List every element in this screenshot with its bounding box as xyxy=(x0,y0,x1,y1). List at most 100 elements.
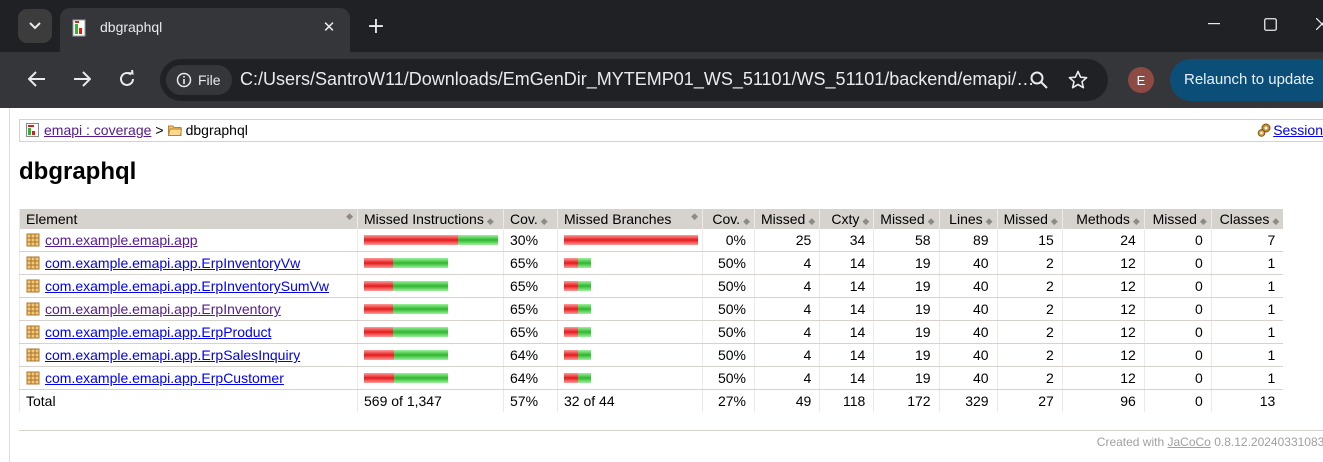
col-missed-instructions[interactable]: Missed Instructions ◆ xyxy=(357,209,504,229)
maximize-icon[interactable] xyxy=(1256,10,1284,38)
tab-search-button[interactable] xyxy=(18,9,52,43)
classes-missed-cell: 0 xyxy=(1143,274,1212,299)
classes-cell: 7 xyxy=(1210,229,1284,253)
relaunch-button[interactable]: Relaunch to update xyxy=(1170,59,1323,101)
footer-prefix: Created with xyxy=(1096,435,1165,449)
covered-branches-bar xyxy=(578,373,591,384)
tab-strip: dbgraphql ✕ + xyxy=(0,0,1323,52)
new-tab-button[interactable]: + xyxy=(362,12,390,40)
col-cx-missed[interactable]: Missed ◆ xyxy=(753,209,820,229)
package-link[interactable]: com.example.emapi.app.ErpCustomer xyxy=(45,370,284,386)
col-classes[interactable]: Classes ◆ xyxy=(1210,209,1284,229)
jacoco-link[interactable]: JaCoCo xyxy=(1168,435,1211,449)
url-text[interactable]: C:/Users/SantroW11/Downloads/EmGenDir_MY… xyxy=(240,69,1040,90)
covered-instructions-bar xyxy=(394,350,448,361)
covered-instructions-bar xyxy=(393,327,448,338)
package-link[interactable]: com.example.emapi.app.ErpSalesInquiry xyxy=(45,347,300,363)
methods-cell: 12 xyxy=(1061,320,1145,345)
branches-bar-cell xyxy=(557,343,703,368)
bookmark-star-icon[interactable] xyxy=(1065,67,1091,93)
table-row: com.example.emapi.app.ErpInventorySumVw 6… xyxy=(19,274,1284,299)
sessions-gear-icon xyxy=(1257,123,1271,137)
lines-missed-cell: 19 xyxy=(873,366,940,391)
col-instr-cov[interactable]: Cov. ◆ xyxy=(503,209,558,229)
close-window-icon[interactable] xyxy=(1308,10,1323,38)
methods-cell: 12 xyxy=(1061,366,1145,391)
col-methods-missed[interactable]: Missed ◆ xyxy=(996,209,1063,229)
branch-cov-cell: 50% xyxy=(702,251,755,276)
package-link[interactable]: com.example.emapi.app.ErpInventorySumVw xyxy=(45,278,329,294)
element-cell: com.example.emapi.app.ErpProduct xyxy=(19,320,358,345)
col-missed-branches[interactable]: Missed Branches ◆ xyxy=(557,209,703,229)
col-lines-missed[interactable]: Missed ◆ xyxy=(873,209,940,229)
back-arrow-icon[interactable] xyxy=(22,64,52,94)
col-element[interactable]: Element ◆ xyxy=(19,209,358,229)
zoom-search-icon[interactable] xyxy=(1026,67,1052,93)
missed-branches-bar xyxy=(564,373,578,384)
cx-missed-cell: 4 xyxy=(753,297,820,322)
cxty-cell: 14 xyxy=(819,366,874,391)
breadcrumb-separator: > xyxy=(155,122,164,138)
missed-branches-bar xyxy=(564,350,578,361)
minimize-icon[interactable] xyxy=(1200,10,1228,38)
total-methods-missed: 27 xyxy=(996,389,1063,413)
cx-missed-cell: 4 xyxy=(753,343,820,368)
tab-close-icon[interactable]: ✕ xyxy=(318,16,340,38)
classes-missed-cell: 0 xyxy=(1143,297,1212,322)
col-branch-cov[interactable]: Cov. ◆ xyxy=(702,209,755,229)
breadcrumb: emapi : coverage> dbgraphql Sessions xyxy=(19,119,1323,142)
missed-instructions-bar xyxy=(364,350,394,361)
lines-cell: 40 xyxy=(938,343,998,368)
branches-bar-cell xyxy=(557,274,703,299)
col-classes-missed[interactable]: Missed ◆ xyxy=(1143,209,1212,229)
lines-missed-cell: 19 xyxy=(873,297,940,322)
report-favicon-icon xyxy=(72,19,86,37)
tab-title: dbgraphql xyxy=(100,19,163,35)
cxty-cell: 14 xyxy=(819,297,874,322)
methods-cell: 12 xyxy=(1061,251,1145,276)
reload-icon[interactable] xyxy=(112,64,142,94)
site-info-chip[interactable]: File xyxy=(166,65,232,95)
branch-cov-cell: 50% xyxy=(702,274,755,299)
active-tab[interactable]: dbgraphql ✕ xyxy=(60,8,350,52)
table-row: com.example.emapi.app.ErpInventoryVw 65% 5… xyxy=(19,251,1284,276)
branches-bar-cell xyxy=(557,366,703,391)
forward-arrow-icon[interactable] xyxy=(67,64,97,94)
covered-instructions-bar xyxy=(393,304,448,315)
page-left-gutter xyxy=(0,108,10,462)
covered-branches-bar xyxy=(578,327,591,338)
cxty-cell: 34 xyxy=(819,229,874,253)
col-lines[interactable]: Lines ◆ xyxy=(938,209,998,229)
total-instructions: 569 of 1,347 xyxy=(357,389,504,413)
coverage-table: Element ◆ Missed Instructions ◆ Cov. ◆ Miss… xyxy=(19,209,1284,413)
package-link[interactable]: com.example.emapi.app.ErpInventoryVw xyxy=(45,255,300,271)
cx-missed-cell: 4 xyxy=(753,366,820,391)
col-methods[interactable]: Methods ◆ xyxy=(1061,209,1145,229)
profile-avatar[interactable]: E xyxy=(1128,67,1154,93)
package-link[interactable]: com.example.emapi.app xyxy=(45,232,198,248)
lines-cell: 40 xyxy=(938,297,998,322)
report-icon xyxy=(26,123,39,137)
package-link[interactable]: com.example.emapi.app.ErpInventory xyxy=(45,301,281,317)
page-title: dbgraphql xyxy=(19,158,137,185)
lines-missed-cell: 19 xyxy=(873,343,940,368)
browser-toolbar: File C:/Users/SantroW11/Downloads/EmGenD… xyxy=(0,52,1323,108)
classes-cell: 1 xyxy=(1210,274,1284,299)
breadcrumb-root-link[interactable]: emapi : coverage xyxy=(44,122,151,138)
package-link[interactable]: com.example.emapi.app.ErpProduct xyxy=(45,324,271,340)
covered-branches-bar xyxy=(578,281,591,292)
address-bar[interactable]: File C:/Users/SantroW11/Downloads/EmGenD… xyxy=(160,59,1108,101)
col-cxty[interactable]: Cxty ◆ xyxy=(819,209,874,229)
cxty-cell: 14 xyxy=(819,251,874,276)
package-icon xyxy=(26,302,40,316)
total-lines: 329 xyxy=(938,389,998,413)
package-icon xyxy=(26,233,40,247)
sessions-link[interactable]: Sessions xyxy=(1273,122,1323,138)
branch-cov-cell: 50% xyxy=(702,320,755,345)
missed-instructions-bar xyxy=(364,258,393,269)
missed-branches-bar xyxy=(564,327,578,338)
instructions-bar-cell xyxy=(357,366,504,391)
missed-instructions-bar xyxy=(364,304,393,315)
covered-instructions-bar xyxy=(458,235,498,246)
instructions-bar-cell xyxy=(357,274,504,299)
